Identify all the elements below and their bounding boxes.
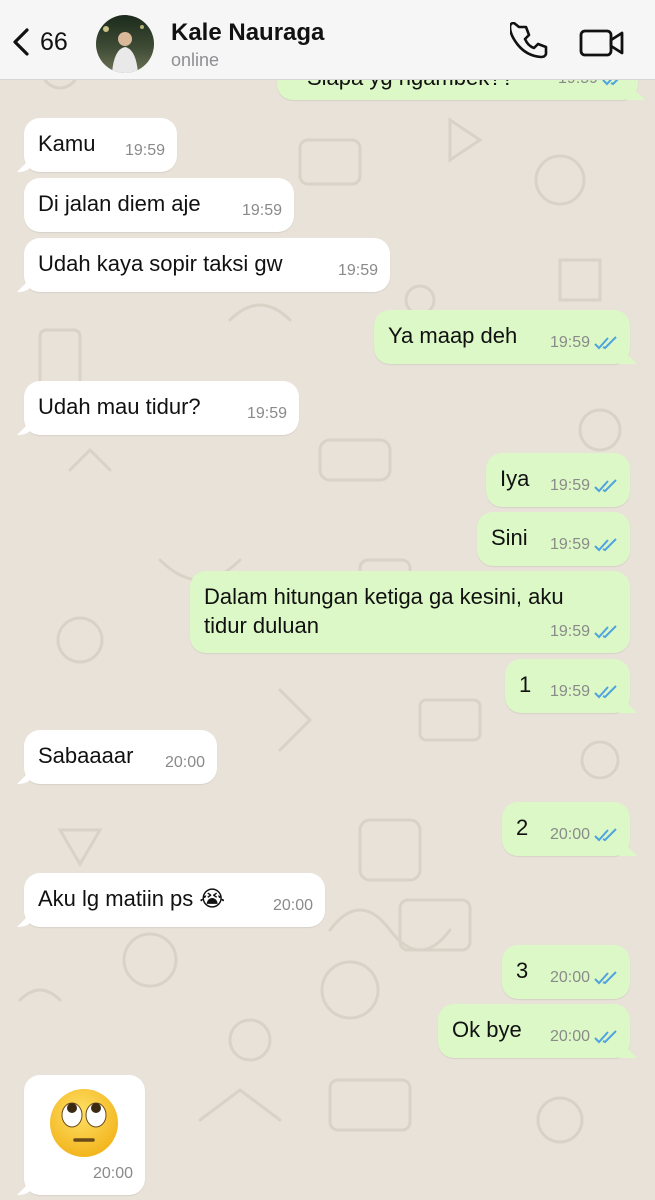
message-incoming[interactable]: Kamu 19:59 — [24, 118, 177, 172]
message-time: 20:00 — [272, 897, 313, 914]
message-time: 19:59 — [549, 683, 590, 700]
message-time: 19:59 — [549, 623, 590, 640]
back-button[interactable]: 66 — [10, 22, 90, 62]
message-outgoing[interactable]: Dalam hitungan ketiga ga kesini, aku tid… — [190, 571, 630, 653]
contact-name[interactable]: Kale Nauraga — [171, 19, 324, 47]
read-ticks-icon — [594, 1029, 617, 1043]
read-ticks-icon — [594, 970, 617, 984]
avatar[interactable] — [96, 15, 154, 73]
message-time: 20:00 — [92, 1165, 133, 1182]
message-meta: 20:00 — [93, 1159, 133, 1188]
message-meta: 19:59 — [338, 256, 378, 285]
message-time: 19:59 — [549, 536, 590, 553]
message-incoming[interactable]: Sabaaaar 20:00 — [24, 730, 217, 784]
message-time: 20:00 — [549, 1028, 590, 1045]
read-ticks-icon — [594, 537, 617, 551]
unread-count: 66 — [40, 27, 68, 56]
message-incoming[interactable]: Di jalan diem aje 19:59 — [24, 178, 294, 232]
read-ticks-icon — [594, 478, 617, 492]
message-time: 19:59 — [241, 202, 282, 219]
message-time: 19:59 — [124, 142, 165, 159]
message-text: Aku lg matiin ps 😭 — [38, 886, 226, 911]
chevron-left-icon — [13, 28, 29, 56]
message-meta: 20:00 — [550, 820, 618, 849]
message-meta: 19:59 — [550, 471, 618, 500]
message-incoming[interactable]: Aku lg matiin ps 😭 20:00 — [24, 873, 325, 927]
message-meta: 19:59 — [550, 617, 618, 646]
message-meta: 20:00 — [550, 1022, 618, 1051]
message-meta: 19:59 — [550, 677, 618, 706]
message-time: 19:59 — [337, 262, 378, 279]
message-time: 19:59 — [246, 405, 287, 422]
message-outgoing[interactable]: Ya maap deh 19:59 — [374, 310, 630, 364]
message-meta: 19:59 — [550, 328, 618, 357]
face-with-rolling-eyes-icon — [50, 1089, 118, 1157]
read-ticks-icon — [594, 827, 617, 841]
message-outgoing[interactable]: Sini 19:59 — [477, 512, 630, 566]
phone-call-icon[interactable] — [510, 22, 550, 62]
message-time: 19:59 — [549, 477, 590, 494]
video-call-icon[interactable] — [579, 26, 625, 60]
message-incoming-emoji[interactable]: 20:00 — [24, 1075, 145, 1195]
message-meta: 20:00 — [165, 748, 205, 777]
message-meta: 20:00 — [273, 891, 313, 920]
message-text: Udah kaya sopir taksi gw — [38, 251, 283, 276]
message-time: 20:00 — [549, 969, 590, 986]
message-meta: 19:59 — [550, 530, 618, 559]
read-ticks-icon — [594, 335, 617, 349]
profile-photo — [103, 25, 144, 73]
message-outgoing[interactable]: 1 19:59 — [505, 659, 630, 713]
message-meta: 20:00 — [550, 963, 618, 992]
message-meta: 19:59 — [247, 399, 287, 428]
message-outgoing[interactable]: 3 20:00 — [502, 945, 630, 999]
message-time: 20:00 — [164, 754, 205, 771]
message-incoming[interactable]: Udah kaya sopir taksi gw 19:59 — [24, 238, 390, 292]
message-outgoing[interactable]: Ok bye 20:00 — [438, 1004, 630, 1058]
message-outgoing[interactable]: Iya 19:59 — [486, 453, 630, 507]
message-meta: 19:59 — [242, 196, 282, 225]
chat-header: 66 Kale Nauraga online — [0, 0, 655, 80]
read-ticks-icon — [594, 684, 617, 698]
message-meta: 19:59 — [125, 136, 165, 165]
message-time: 20:00 — [549, 826, 590, 843]
message-incoming[interactable]: Udah mau tidur? 19:59 — [24, 381, 299, 435]
contact-status: online — [171, 50, 220, 70]
read-ticks-icon — [594, 624, 617, 638]
message-outgoing[interactable]: 2 20:00 — [502, 802, 630, 856]
message-time: 19:59 — [549, 334, 590, 351]
